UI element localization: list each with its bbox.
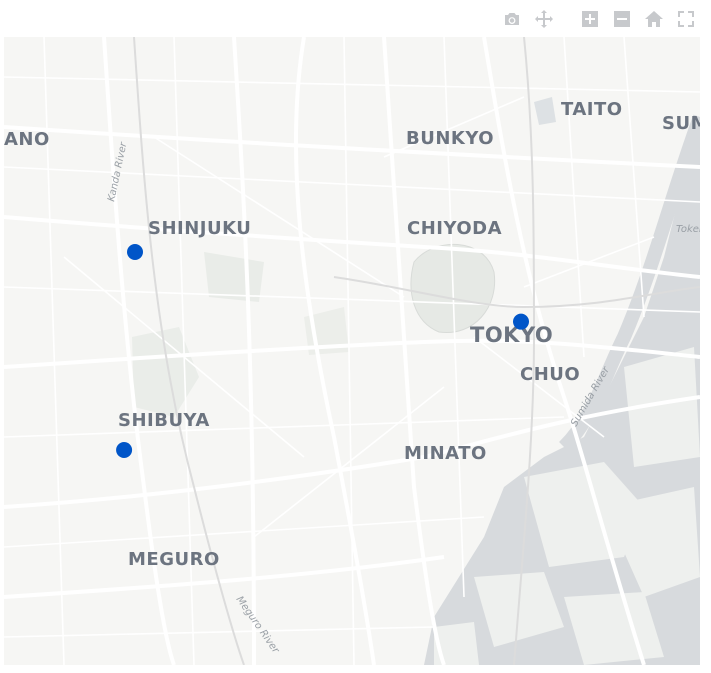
district-label: BUNKYO bbox=[406, 128, 494, 149]
map-marker[interactable]: Shibuya bbox=[116, 442, 133, 458]
district-label: CHIYODA bbox=[407, 218, 502, 239]
district-label: SHIBUYA bbox=[118, 410, 210, 431]
home-icon[interactable] bbox=[643, 8, 665, 30]
district-label: SHINJUKU bbox=[148, 218, 251, 239]
zoom-out-icon[interactable] bbox=[611, 8, 633, 30]
modebar bbox=[491, 8, 697, 32]
district-label: MEGURO bbox=[128, 549, 220, 570]
camera-icon[interactable] bbox=[501, 8, 523, 30]
river-label: Meguro River bbox=[234, 594, 282, 656]
district-label: TAITO bbox=[561, 99, 623, 120]
fullscreen-icon[interactable] bbox=[675, 8, 697, 30]
park-area bbox=[132, 327, 199, 417]
water-body bbox=[534, 97, 556, 125]
zoom-in-icon[interactable] bbox=[579, 8, 601, 30]
map-canvas[interactable]: ANO BUNKYO TAITO SUM SHINJUKU CHIYODA TO… bbox=[4, 37, 700, 665]
map-marker[interactable]: Tokyo bbox=[513, 313, 529, 330]
map-svg[interactable]: ANO BUNKYO TAITO SUM SHINJUKU CHIYODA TO… bbox=[4, 37, 700, 665]
river-label: Tokel bbox=[676, 224, 700, 235]
district-label: TOKYO bbox=[470, 323, 553, 347]
district-label: CHUO bbox=[520, 364, 580, 385]
district-label: SUM bbox=[662, 113, 700, 134]
pan-icon[interactable] bbox=[533, 8, 555, 30]
map-marker[interactable]: Shinjuku bbox=[127, 244, 143, 260]
district-label: ANO bbox=[4, 129, 50, 150]
district-label: MINATO bbox=[404, 443, 487, 464]
